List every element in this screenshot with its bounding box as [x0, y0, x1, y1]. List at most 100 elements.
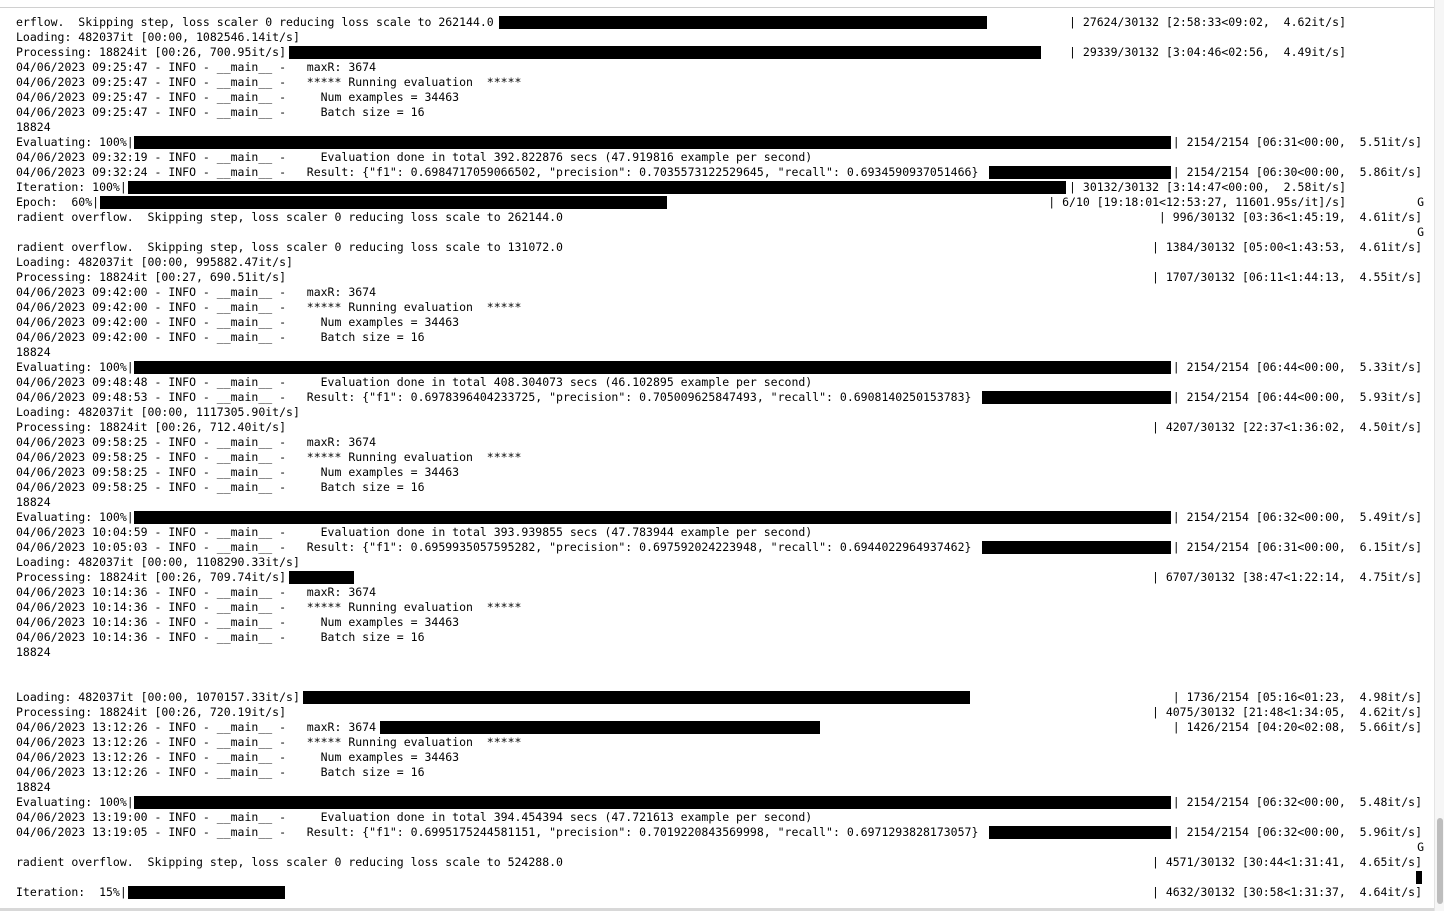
line-text: 04/06/2023 09:58:25 - INFO - __main__ - …: [16, 480, 425, 494]
terminal-line: 04/06/2023 09:25:47 - INFO - __main__ - …: [0, 105, 1434, 120]
progress-stats: | 27624/30132 [2:58:33<09:02, 4.62it/s]: [1069, 15, 1346, 29]
progress-stats: | 30132/30132 [3:14:47<00:00, 2.58it/s]: [1069, 180, 1346, 194]
progress-stats: | 1736/2154 [05:16<01:23, 4.98it/s]: [1172, 690, 1422, 704]
terminal-line: 04/06/2023 10:14:36 - INFO - __main__ - …: [0, 600, 1434, 615]
line-text: Processing: 18824it [00:26, 712.40it/s]: [16, 420, 287, 434]
terminal-line: Evaluating: 100%| | 2154/2154 [06:32<00:0…: [0, 795, 1434, 810]
terminal-line: 04/06/2023 09:25:47 - INFO - __main__ - …: [0, 90, 1434, 105]
terminal-cursor: [1416, 871, 1422, 884]
terminal-line: 04/06/2023 09:42:00 - INFO - __main__ - …: [0, 330, 1434, 345]
line-text: 18824: [16, 645, 51, 659]
line-text: 04/06/2023 10:05:03 - INFO - __main__ - …: [16, 540, 972, 554]
progress-stats: | 2154/2154 [06:44<00:00, 5.93it/s]: [1172, 390, 1422, 404]
progress-bar-fill: [303, 691, 970, 704]
terminal-line: 04/06/2023 13:19:05 - INFO - __main__ - …: [0, 825, 1434, 840]
terminal-line: 04/06/2023 09:25:47 - INFO - __main__ - …: [0, 60, 1434, 75]
line-text: Evaluating: 100%|: [16, 510, 134, 524]
terminal-line: Evaluating: 100%| | 2154/2154 [06:32<00:0…: [0, 510, 1434, 525]
progress-bar-fill: [989, 166, 1171, 179]
progress-stats: | 4207/30132 [22:37<1:36:02, 4.50it/s]: [1151, 420, 1422, 434]
line-text: 04/06/2023 10:14:36 - INFO - __main__ - …: [16, 600, 522, 614]
line-text: 04/06/2023 09:58:25 - INFO - __main__ - …: [16, 465, 460, 479]
progress-bar-fill: [289, 46, 1041, 59]
line-text: 04/06/2023 09:25:47 - INFO - __main__ - …: [16, 90, 460, 104]
terminal-line: 04/06/2023 09:48:48 - INFO - __main__ - …: [0, 375, 1434, 390]
terminal-line: 18824: [0, 780, 1434, 795]
progress-stats: | 6/10 [19:18:01<12:53:27, 11601.95s/it]…: [1048, 195, 1346, 209]
line-text: Iteration: 15%|: [16, 885, 127, 899]
vertical-scrollbar[interactable]: [1434, 0, 1444, 911]
progress-stats: | 2154/2154 [06:44<00:00, 5.33it/s]: [1172, 360, 1422, 374]
line-text: Processing: 18824it [00:26, 700.95it/s]: [16, 45, 287, 59]
progress-bar-fill: [982, 391, 1171, 404]
line-text: Loading: 482037it [00:00, 1108290.33it/s…: [16, 555, 300, 569]
line-text: Processing: 18824it [00:26, 720.19it/s]: [16, 705, 287, 719]
scrollbar-thumb[interactable]: [1437, 818, 1443, 904]
line-text: Processing: 18824it [00:27, 690.51it/s]: [16, 270, 287, 284]
wrapped-line-edge: G: [1417, 225, 1424, 239]
progress-bar-fill: [134, 511, 1171, 524]
terminal-line: radient overflow. Skipping step, loss sc…: [0, 240, 1434, 255]
line-text: 04/06/2023 09:25:47 - INFO - __main__ - …: [16, 75, 522, 89]
terminal-window[interactable]: erflow. Skipping step, loss scaler 0 red…: [0, 0, 1434, 911]
line-text: 04/06/2023 10:04:59 - INFO - __main__ - …: [16, 525, 813, 539]
terminal-line: 04/06/2023 09:42:00 - INFO - __main__ - …: [0, 285, 1434, 300]
terminal-line: 04/06/2023 13:19:00 - INFO - __main__ - …: [0, 810, 1434, 825]
terminal-line: 04/06/2023 09:58:25 - INFO - __main__ - …: [0, 480, 1434, 495]
line-text: Loading: 482037it [00:00, 1070157.33it/s…: [16, 690, 300, 704]
line-text: 04/06/2023 09:58:25 - INFO - __main__ - …: [16, 435, 377, 449]
terminal-line: erflow. Skipping step, loss scaler 0 red…: [0, 15, 1434, 30]
line-text: 04/06/2023 09:42:00 - INFO - __main__ - …: [16, 300, 522, 314]
progress-bar-fill: [289, 571, 354, 584]
line-text: 18824: [16, 345, 51, 359]
terminal-line: Iteration: 15%| | 4632/30132 [30:58<1:31:…: [0, 885, 1434, 900]
line-text: 04/06/2023 09:32:24 - INFO - __main__ - …: [16, 165, 979, 179]
terminal-line: 04/06/2023 13:12:26 - INFO - __main__ - …: [0, 750, 1434, 765]
terminal-line: 04/06/2023 13:12:26 - INFO - __main__ - …: [0, 735, 1434, 750]
terminal-line: 04/06/2023 09:42:00 - INFO - __main__ - …: [0, 300, 1434, 315]
terminal-line: Processing: 18824it [00:26, 712.40it/s] |…: [0, 420, 1434, 435]
progress-stats: | 1707/30132 [06:11<1:44:13, 4.55it/s]: [1151, 270, 1422, 284]
progress-stats: | 2154/2154 [06:31<00:00, 5.51it/s]: [1172, 135, 1422, 149]
line-text: 04/06/2023 09:25:47 - INFO - __main__ - …: [16, 105, 425, 119]
line-text: Epoch: 60%|: [16, 195, 100, 209]
terminal-line: 04/06/2023 10:05:03 - INFO - __main__ - …: [0, 540, 1434, 555]
line-text: 04/06/2023 10:14:36 - INFO - __main__ - …: [16, 630, 425, 644]
progress-bar-fill: [380, 721, 820, 734]
progress-bar-fill: [134, 136, 1171, 149]
progress-stats: | 2154/2154 [06:32<00:00, 5.48it/s]: [1172, 795, 1422, 809]
line-text: 18824: [16, 780, 51, 794]
terminal-line: Evaluating: 100%| | 2154/2154 [06:44<00:0…: [0, 360, 1434, 375]
terminal-line: 18824: [0, 345, 1434, 360]
line-text: 18824: [16, 120, 51, 134]
terminal-line: 04/06/2023 13:12:26 - INFO - __main__ - …: [0, 765, 1434, 780]
terminal-line: 04/06/2023 09:32:19 - INFO - __main__ - …: [0, 150, 1434, 165]
line-text: Evaluating: 100%|: [16, 360, 134, 374]
terminal-top-edge: [0, 0, 1434, 8]
terminal-line: Processing: 18824it [00:26, 720.19it/s] |…: [0, 705, 1434, 720]
progress-bar-fill: [499, 16, 987, 29]
terminal-line: G: [0, 225, 1434, 240]
terminal-line: 04/06/2023 10:04:59 - INFO - __main__ - …: [0, 525, 1434, 540]
wrapped-line-edge: G: [1417, 195, 1424, 209]
terminal-line: Epoch: 60%| | 6/10 [19:18:01<12:53:27, 11…: [0, 195, 1434, 210]
terminal-line: 04/06/2023 10:14:36 - INFO - __main__ - …: [0, 615, 1434, 630]
terminal-line: 18824: [0, 645, 1434, 660]
terminal-line: Processing: 18824it [00:27, 690.51it/s] |…: [0, 270, 1434, 285]
terminal-line: Processing: 18824it [00:26, 709.74it/s] |…: [0, 570, 1434, 585]
progress-stats: | 2154/2154 [06:32<00:00, 5.49it/s]: [1172, 510, 1422, 524]
line-text: 04/06/2023 09:32:19 - INFO - __main__ - …: [16, 150, 813, 164]
wrapped-line-edge: G: [1417, 840, 1424, 854]
line-text: 04/06/2023 09:48:53 - INFO - __main__ - …: [16, 390, 972, 404]
terminal-line: [0, 870, 1434, 885]
line-text: Loading: 482037it [00:00, 1117305.90it/s…: [16, 405, 300, 419]
line-text: 04/06/2023 10:14:36 - INFO - __main__ - …: [16, 615, 460, 629]
line-text: 04/06/2023 09:48:48 - INFO - __main__ - …: [16, 375, 813, 389]
terminal-line: 04/06/2023 09:32:24 - INFO - __main__ - …: [0, 165, 1434, 180]
progress-stats: | 4075/30132 [21:48<1:34:05, 4.62it/s]: [1151, 705, 1422, 719]
line-text: 04/06/2023 13:12:26 - INFO - __main__ - …: [16, 765, 425, 779]
line-text: 04/06/2023 09:58:25 - INFO - __main__ - …: [16, 450, 522, 464]
line-text: Evaluating: 100%|: [16, 135, 134, 149]
